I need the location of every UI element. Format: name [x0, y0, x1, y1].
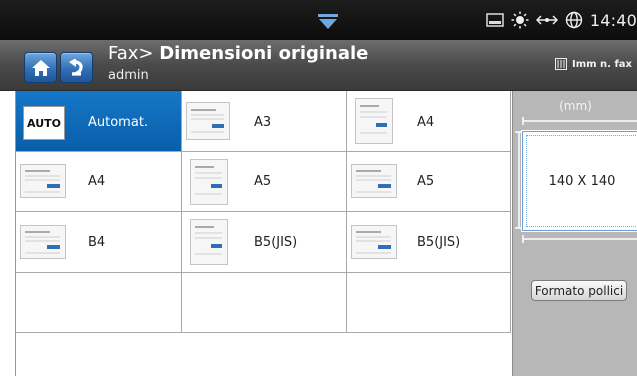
width-dimension-icon: [522, 117, 637, 125]
inch-format-button[interactable]: Formato pollici: [531, 280, 627, 301]
header-bar: Fax> Dimensioni originale admin Imm n. f…: [0, 40, 637, 91]
title-prefix: Fax>: [108, 43, 160, 64]
landscape-page-icon: [20, 225, 66, 259]
home-icon: [31, 59, 50, 76]
home-button[interactable]: [24, 52, 57, 83]
size-option-label: A5: [254, 174, 272, 189]
size-option-a5-portrait[interactable]: A5: [182, 152, 347, 212]
landscape-page-icon: [351, 225, 397, 259]
custom-size-value: 140 X 140: [548, 173, 616, 189]
size-option-label: B5(JIS): [254, 235, 298, 250]
size-option-b5jis-portrait[interactable]: B5(JIS): [182, 212, 347, 273]
memory-icon: [555, 58, 567, 70]
size-option-a3[interactable]: A3: [182, 91, 347, 152]
globe-icon: [565, 11, 583, 29]
size-option-a5-landscape[interactable]: A5: [347, 152, 511, 212]
auto-badge: AUTO: [23, 106, 65, 140]
back-arrow-icon: [68, 58, 83, 76]
size-option-label: B5(JIS): [417, 235, 461, 250]
size-option-label: A3: [254, 115, 272, 130]
empty-cell: [182, 273, 347, 333]
sun-icon: [511, 11, 529, 29]
empty-cell: [16, 273, 182, 333]
toner-icon: [486, 13, 504, 27]
bottom-dimension-icon: [522, 235, 637, 243]
title-main: Dimensioni originale: [159, 43, 369, 64]
network-icon: [535, 15, 558, 25]
size-option-a4-portrait[interactable]: A4: [347, 91, 511, 152]
portrait-page-icon: [355, 98, 393, 144]
imm-fax-indicator: Imm n. fax: [555, 58, 632, 70]
custom-size-panel: (mm) 140 X 140 Formato pollici: [512, 91, 637, 376]
landscape-page-icon: [351, 164, 397, 198]
back-button[interactable]: [60, 52, 93, 83]
empty-cell: [347, 273, 511, 333]
size-option-b5jis-landscape[interactable]: B5(JIS): [347, 212, 511, 273]
size-option-label: B4: [88, 235, 106, 250]
portrait-page-icon: [186, 102, 230, 140]
size-option-label: A4: [417, 115, 435, 130]
size-option-label: A5: [417, 174, 435, 189]
user-name: admin: [108, 68, 149, 83]
pulldown-arrow-icon[interactable]: [316, 14, 340, 30]
size-option-auto[interactable]: AUTO Automat.: [16, 91, 182, 152]
imm-fax-label: Imm n. fax: [572, 58, 632, 70]
page-title: Fax> Dimensioni originale: [108, 43, 368, 64]
custom-size-box[interactable]: 140 X 140: [522, 131, 637, 231]
portrait-page-icon: [190, 219, 228, 265]
size-option-a4-landscape[interactable]: A4: [16, 152, 182, 212]
landscape-page-icon: [20, 164, 66, 198]
unit-label: (mm): [559, 99, 592, 113]
size-option-b4[interactable]: B4: [16, 212, 182, 273]
status-bar: 14:40: [0, 0, 637, 40]
portrait-page-icon: [190, 159, 228, 205]
size-option-label: A4: [88, 174, 106, 189]
clock: 14:40: [589, 10, 637, 30]
size-grid: AUTO Automat. A3 A4 A4 A5 A5 B4 B5(JIS) …: [0, 91, 512, 376]
size-option-label: Automat.: [88, 115, 149, 130]
